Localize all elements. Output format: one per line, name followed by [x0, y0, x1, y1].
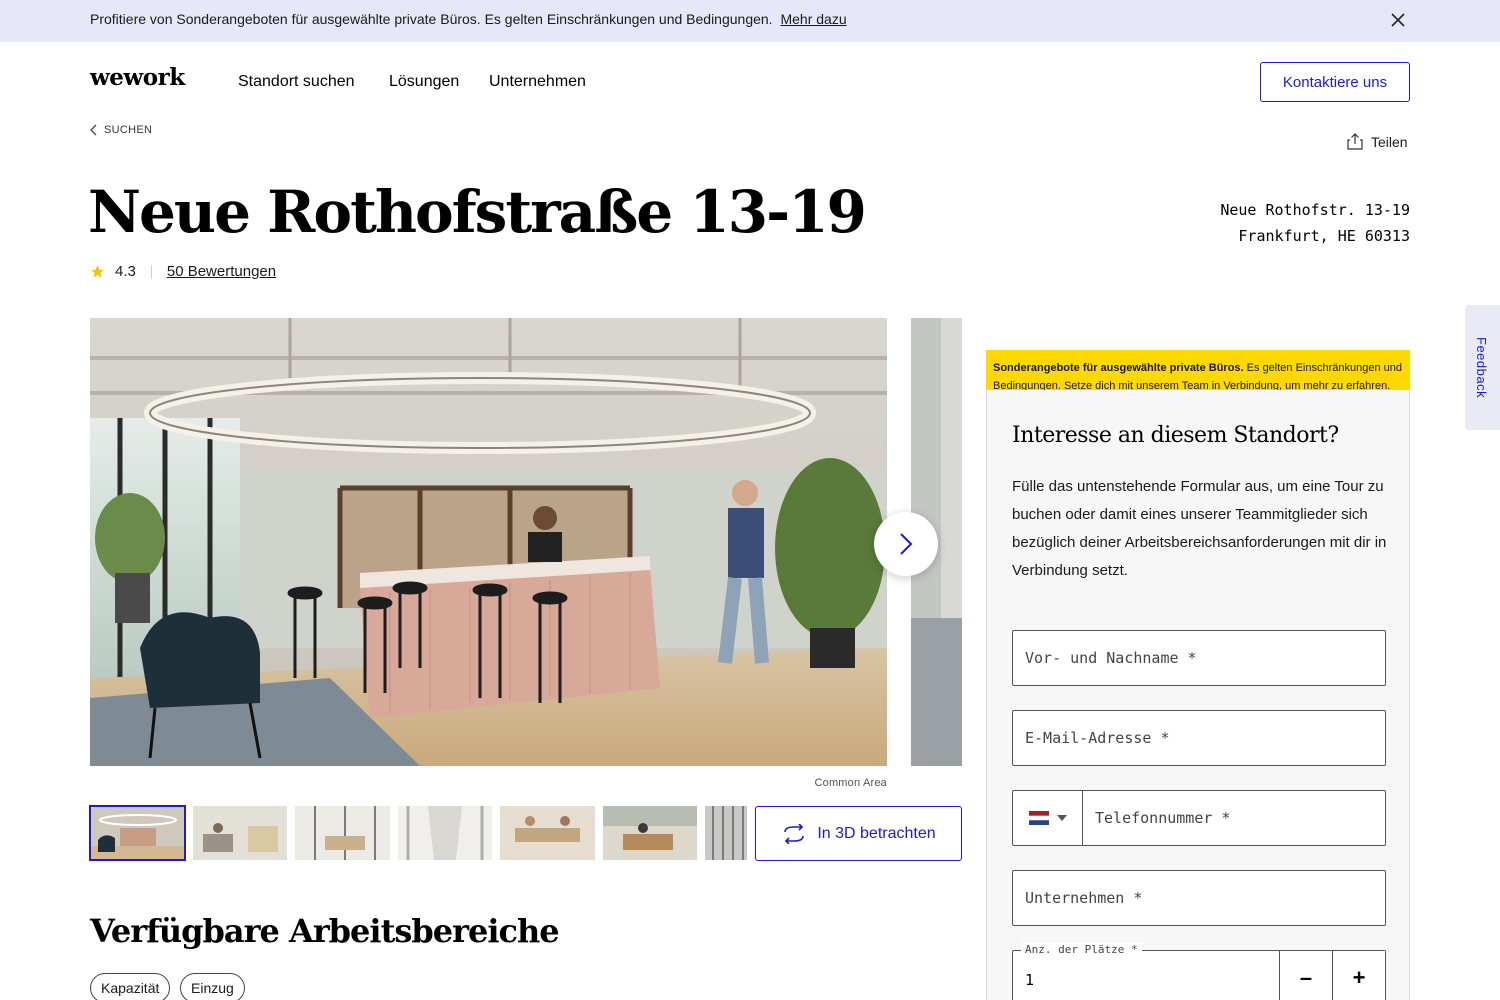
rating-divider — [150, 264, 152, 279]
nav-unternehmen[interactable]: Unternehmen — [489, 73, 586, 91]
promo-banner: Profitiere von Sonderangeboten für ausge… — [0, 0, 1500, 42]
address-line-1: Neue Rothofstr. 13-19 — [1220, 201, 1410, 219]
promo-text: Profitiere von Sonderangeboten für ausge… — [90, 11, 773, 27]
email-input[interactable] — [1013, 711, 1385, 765]
view-3d-label: In 3D betrachten — [817, 824, 936, 842]
form-title: Interesse an diesem Standort? — [1012, 423, 1339, 448]
seats-field[interactable]: Anz. der Plätze * – + — [1012, 943, 1386, 1000]
gallery-thumb[interactable] — [89, 805, 186, 861]
close-icon[interactable] — [1386, 8, 1410, 32]
nav-loesungen[interactable]: Lösungen — [389, 73, 459, 91]
email-field[interactable] — [1012, 710, 1386, 766]
seats-decrement-button[interactable]: – — [1279, 951, 1332, 1000]
breadcrumb-label: SUCHEN — [104, 124, 153, 136]
gallery-main-photo[interactable] — [90, 318, 887, 766]
caret-down-icon — [1056, 815, 1067, 821]
gallery-thumb[interactable] — [295, 806, 390, 860]
seats-increment-button[interactable]: + — [1332, 951, 1385, 1000]
form-description: Fülle das untenstehende Formular aus, um… — [1012, 478, 1387, 579]
nav-standort-suchen[interactable]: Standort suchen — [238, 73, 355, 91]
gallery-thumb[interactable] — [193, 806, 287, 860]
filter-einzug[interactable]: Einzug — [180, 973, 245, 1000]
share-icon — [1347, 133, 1363, 150]
gallery-thumb[interactable] — [500, 806, 595, 860]
photo-caption: Common Area — [814, 777, 887, 789]
contact-button[interactable]: Kontaktiere uns — [1260, 62, 1410, 102]
rating: 4.3 50 Bewertungen — [90, 263, 276, 280]
workspaces-title: Verfügbare Arbeitsbereiche — [90, 912, 560, 950]
view-3d-button[interactable]: In 3D betrachten — [755, 806, 962, 861]
name-field[interactable] — [1012, 630, 1386, 686]
phone-field[interactable] — [1012, 790, 1386, 846]
filter-kapazitaet[interactable]: Kapazität — [90, 973, 171, 1000]
phone-input-wrap — [1083, 791, 1385, 845]
gallery-thumb[interactable] — [398, 806, 492, 860]
company-input[interactable] — [1013, 871, 1385, 925]
offer-bold: Sonderangebote für ausgewählte private B… — [993, 362, 1244, 374]
seats-input[interactable] — [1013, 951, 1279, 1000]
star-icon — [91, 265, 104, 278]
gallery-thumb[interactable] — [603, 806, 697, 860]
breadcrumb-back[interactable]: SUCHEN — [90, 124, 152, 136]
rating-value: 4.3 — [115, 263, 136, 280]
address: Neue Rothofstr. 13-19 Frankfurt, HE 6031… — [1220, 197, 1410, 249]
country-code-select[interactable] — [1013, 791, 1083, 845]
wework-logo[interactable]: wework — [90, 64, 185, 91]
seats-label: Anz. der Plätze * — [1021, 943, 1142, 956]
gallery-next-button[interactable] — [874, 512, 938, 576]
address-line-2: Frankfurt, HE 60313 — [1238, 227, 1410, 245]
promo-more-link[interactable]: Mehr dazu — [780, 11, 846, 27]
offer-banner: Sonderangebote für ausgewählte private B… — [986, 350, 1410, 390]
share-button[interactable]: Teilen — [1347, 133, 1408, 150]
chevron-left-icon — [90, 124, 97, 136]
netherlands-flag-icon — [1028, 811, 1049, 825]
company-field[interactable] — [1012, 870, 1386, 926]
share-label: Teilen — [1371, 133, 1408, 150]
name-input[interactable] — [1013, 631, 1385, 685]
contact-form-card: Interesse an diesem Standort? Fülle das … — [986, 390, 1410, 1000]
gallery-thumb[interactable] — [705, 806, 747, 860]
chevron-right-icon — [900, 533, 913, 555]
feedback-tab[interactable]: Feedback — [1465, 305, 1500, 430]
reviews-link[interactable]: 50 Bewertungen — [167, 263, 276, 280]
phone-input[interactable] — [1083, 791, 1385, 845]
promo-text-wrap: Profitiere von Sonderangeboten für ausge… — [90, 11, 847, 27]
rotate-3d-icon — [784, 823, 805, 844]
page-title: Neue Rothofstraße 13-19 — [88, 178, 867, 246]
feedback-label: Feedback — [1474, 337, 1489, 399]
